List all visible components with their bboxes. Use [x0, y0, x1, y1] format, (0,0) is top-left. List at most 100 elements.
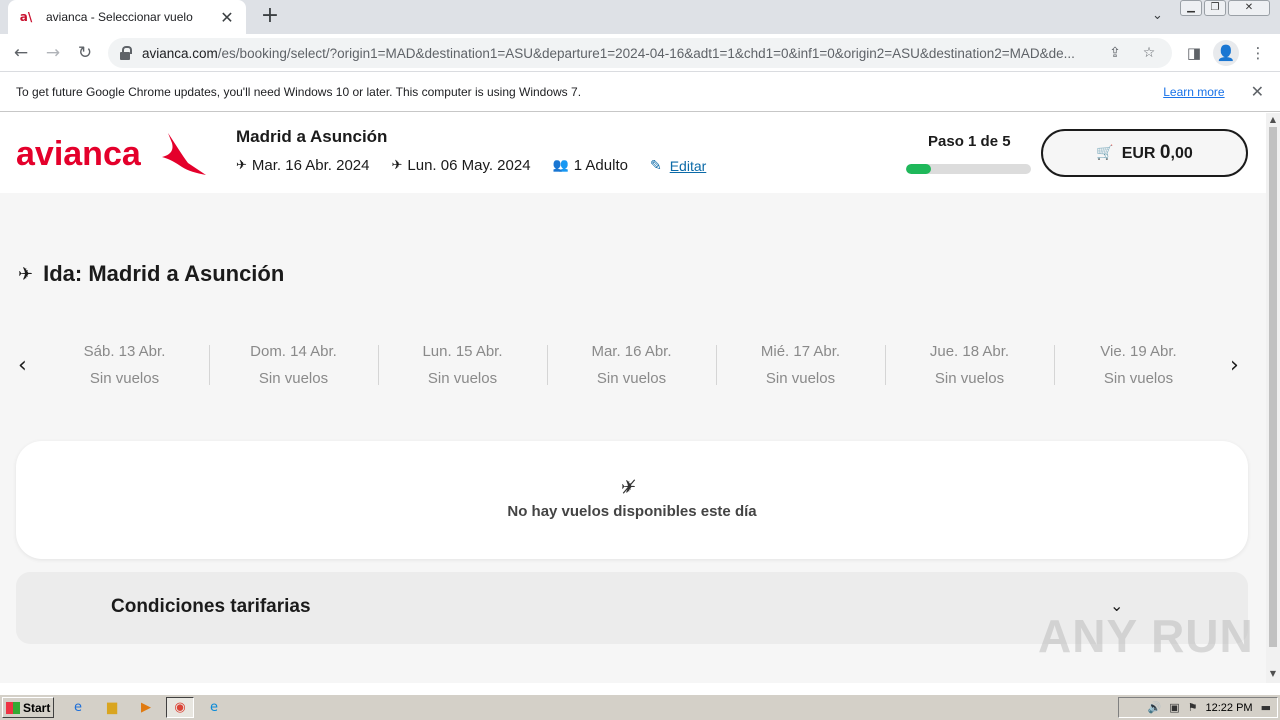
edit-link[interactable]: Editar [670, 158, 707, 174]
date-day: Jue. 18 Abr. [929, 343, 1010, 360]
date-option[interactable]: Lun. 15 Abr. Sin vuelos [378, 339, 547, 393]
date-status: Sin vuelos [89, 370, 160, 387]
outbound-title-text: Ida: Madrid a Asunción [43, 261, 285, 286]
browser-tab[interactable]: a\ avianca - Seleccionar vuelo ✕ [8, 0, 246, 34]
departure-info: ✈ Mar. 16 Abr. 2024 [236, 157, 370, 174]
date-status: Sin vuelos [765, 370, 836, 387]
date-status: Sin vuelos [427, 370, 498, 387]
no-flights-card: ✈̸ No hay vuelos disponibles este día [16, 441, 1248, 559]
anyrun-watermark: ANY RUN [1038, 610, 1254, 662]
fare-conditions-title: Condiciones tarifarias [111, 596, 311, 617]
lock-icon[interactable] [120, 46, 132, 60]
passenger-count: 1 Adulto [573, 157, 628, 174]
browser-toolbar: ← → ↻ avianca.com/es/booking/select/?ori… [0, 34, 1280, 72]
cart-icon: 🛒 [1096, 145, 1114, 161]
no-flights-message: No hay vuelos disponibles este día [507, 503, 757, 520]
address-bar[interactable]: avianca.com/es/booking/select/?origin1=M… [108, 38, 1172, 68]
cart-amount-int: 0 [1159, 142, 1171, 163]
show-desktop-icon[interactable]: ▬ [1261, 701, 1271, 714]
step-label: Paso 1 de 5 [928, 133, 1011, 150]
ie-icon[interactable]: e [64, 697, 92, 718]
tab-search-chevron-icon[interactable]: ⌄ [1152, 8, 1163, 23]
date-status: Sin vuelos [934, 370, 1005, 387]
page-scrollbar[interactable]: ▲ ▼ [1266, 113, 1280, 683]
forward-icon[interactable]: → [40, 40, 66, 66]
chrome-icon[interactable]: ◉ [166, 697, 194, 718]
profile-icon[interactable]: 👤 [1213, 40, 1239, 66]
avianca-logo[interactable]: avianca [16, 129, 208, 179]
return-date: Lun. 06 May. 2024 [407, 157, 531, 174]
flag-icon[interactable]: ⚑ [1188, 701, 1198, 714]
takeoff-icon: ✈ [18, 263, 34, 285]
folder-icon[interactable]: ▆ [98, 697, 126, 718]
date-status: Sin vuelos [258, 370, 329, 387]
cart-total: EUR 0,00 [1122, 142, 1193, 164]
step-progress-bar [906, 164, 1031, 174]
date-day: Vie. 19 Abr. [1100, 343, 1177, 360]
tab-title: avianca - Seleccionar vuelo [46, 10, 193, 24]
volume-icon[interactable]: 🔊 [1148, 701, 1162, 714]
date-option[interactable]: Mié. 17 Abr. Sin vuelos [716, 339, 885, 393]
url-host: avianca.com [142, 45, 218, 61]
takeoff-icon: ✈ [236, 158, 247, 173]
menu-icon[interactable]: ⋮ [1245, 40, 1271, 66]
close-window-button[interactable]: ✕ [1228, 0, 1270, 16]
outbound-section-title: ✈ Ida: Madrid a Asunción [18, 261, 284, 287]
next-dates-chevron-icon[interactable]: › [1230, 353, 1239, 378]
cart-amount-dec: ,00 [1170, 145, 1193, 162]
date-status: Sin vuelos [1103, 370, 1174, 387]
passenger-icon: 👥 [552, 158, 569, 173]
scroll-thumb[interactable] [1269, 127, 1277, 647]
update-infobar: To get future Google Chrome updates, you… [0, 72, 1280, 112]
no-flights-icon: ✈̸ [621, 477, 637, 498]
date-carousel: Sáb. 13 Abr. Sin vuelos Dom. 14 Abr. Sin v… [40, 339, 1224, 393]
url-path: /es/booking/select/?origin1=MAD&destinat… [217, 45, 1075, 61]
back-icon[interactable]: ← [8, 40, 34, 66]
prev-dates-chevron-icon[interactable]: ‹ [18, 353, 27, 378]
logo-bird-icon [162, 133, 206, 175]
route-title: Madrid a Asunción [236, 127, 388, 146]
windows-flag-icon [6, 701, 20, 714]
cart-currency: EUR [1121, 145, 1156, 162]
infobar-close-icon[interactable]: ✕ [1251, 82, 1264, 101]
start-label: Start [23, 700, 51, 715]
date-option[interactable]: Vie. 19 Abr. Sin vuelos [1054, 339, 1223, 393]
landing-icon: ✈ [391, 158, 403, 173]
avianca-favicon-icon: a\ [19, 10, 33, 24]
date-option[interactable]: Sáb. 13 Abr. Sin vuelos [40, 339, 209, 393]
date-option[interactable]: Dom. 14 Abr. Sin vuelos [209, 339, 378, 393]
learn-more-link[interactable]: Learn more [1163, 85, 1224, 99]
pencil-icon[interactable]: ✎ [650, 158, 662, 174]
date-day: Lun. 15 Abr. [422, 343, 503, 360]
restore-button[interactable]: ❐ [1204, 0, 1226, 16]
edge-icon[interactable]: e [200, 697, 228, 718]
date-day: Dom. 14 Abr. [250, 343, 337, 360]
url-text[interactable]: avianca.com/es/booking/select/?origin1=M… [142, 46, 1092, 61]
trip-meta: ✈ Mar. 16 Abr. 2024 ✈ Lun. 06 May. 2024 … [236, 157, 706, 174]
infobar-message: To get future Google Chrome updates, you… [16, 84, 582, 99]
sidepanel-icon[interactable]: ◨ [1181, 40, 1207, 66]
system-tray: 🔊 ▣ ⚑ 12:22 PM ▬ [1118, 697, 1278, 718]
reload-icon[interactable]: ↻ [72, 40, 98, 66]
scroll-up-icon[interactable]: ▲ [1266, 115, 1280, 127]
star-icon[interactable]: ☆ [1138, 45, 1160, 61]
date-option[interactable]: Jue. 18 Abr. Sin vuelos [885, 339, 1054, 393]
departure-date: Mar. 16 Abr. 2024 [251, 157, 370, 174]
scroll-down-icon[interactable]: ▼ [1266, 669, 1280, 681]
windows-taskbar: Start e ▆ ▶ ◉ e 🔊 ▣ ⚑ 12:22 PM ▬ [0, 694, 1280, 720]
clock[interactable]: 12:22 PM [1206, 702, 1253, 714]
new-tab-button[interactable]: + [258, 4, 282, 28]
date-day: Sáb. 13 Abr. [83, 343, 166, 360]
minimize-button[interactable]: ▁ [1180, 0, 1202, 16]
share-icon[interactable]: ⇪ [1104, 45, 1126, 61]
cart-button[interactable]: 🛒 EUR 0,00 [1041, 129, 1248, 177]
page-content: avianca Madrid a Asunción ✈ Mar. 16 Abr.… [0, 113, 1266, 683]
start-button[interactable]: Start [2, 697, 54, 718]
tab-close-icon[interactable]: ✕ [218, 8, 236, 27]
date-option[interactable]: Mar. 16 Abr. Sin vuelos [547, 339, 716, 393]
logo-wordmark: avianca [16, 135, 142, 173]
media-player-icon[interactable]: ▶ [132, 697, 160, 718]
date-day: Mié. 17 Abr. [760, 343, 841, 360]
network-icon[interactable]: ▣ [1169, 701, 1179, 714]
date-day: Mar. 16 Abr. [591, 343, 672, 360]
